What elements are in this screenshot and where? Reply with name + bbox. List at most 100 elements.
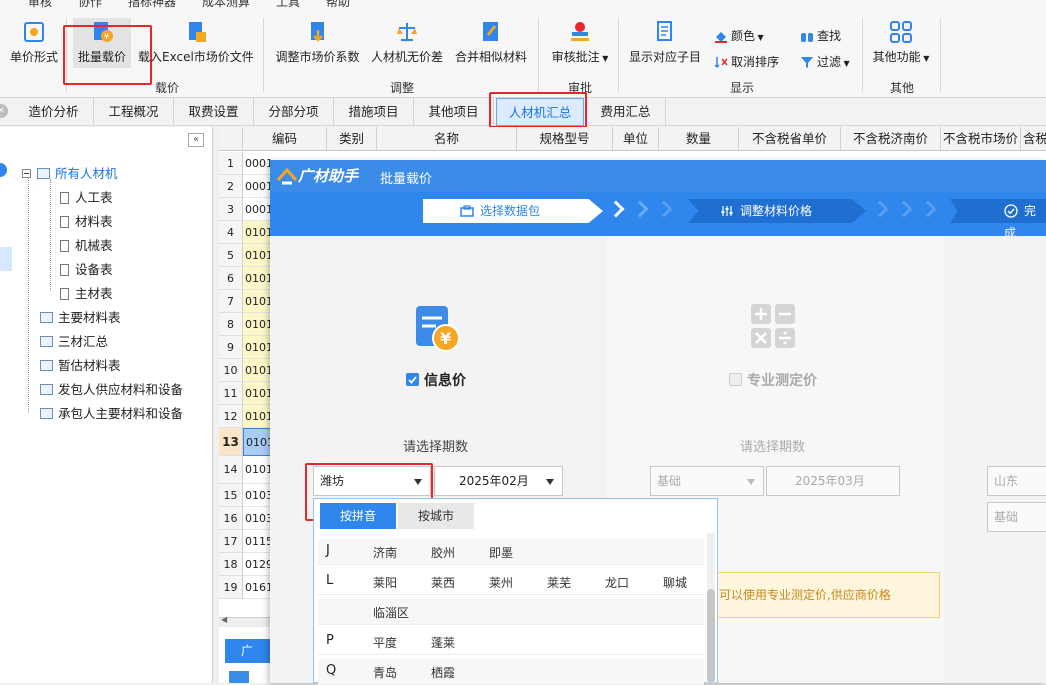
city-option[interactable]: 莱西 [431, 574, 455, 591]
menu-zhibiao[interactable]: 指标神器 [128, 0, 176, 10]
dd-tab-city[interactable]: 按城市 [398, 503, 474, 529]
third-region-select[interactable]: 山东 [987, 466, 1046, 496]
rencaiji-wujiacha-button[interactable]: 人材机无价差 [370, 20, 444, 65]
city-option[interactable]: 临淄区 [373, 604, 409, 621]
col-header-tax[interactable]: 含税 [1021, 127, 1046, 151]
col-header-qty[interactable]: 数量 [659, 127, 739, 151]
row-number[interactable]: 18 [219, 553, 243, 576]
row-number[interactable]: 7 [219, 290, 243, 313]
tab-cuoshi-xiangmu[interactable]: 措施项目 [334, 98, 414, 126]
col-header-market-price[interactable]: 不含税市场价 [941, 127, 1021, 151]
tree-item-zhucai[interactable]: 主材表 [60, 283, 113, 302]
tab-fenbu-fenxiang[interactable]: 分部分项 [254, 98, 334, 126]
row-number[interactable]: 2 [219, 175, 243, 198]
cell-code[interactable]: 00010010 [243, 152, 271, 175]
tree-item-cailiao[interactable]: 材料表 [60, 211, 113, 230]
cell-code[interactable]: 0101 [243, 313, 271, 336]
cell-code[interactable]: 0103 [243, 484, 271, 507]
period-select[interactable]: 2025年02月 [434, 466, 563, 496]
cell-code[interactable]: 0101 [243, 428, 271, 456]
col-header-name[interactable]: 名称 [377, 127, 517, 151]
info-price-option[interactable]: 信息价 [406, 370, 466, 390]
tree-item-shebei[interactable]: 设备表 [60, 259, 113, 278]
close-icon[interactable]: × [0, 104, 8, 118]
row-number[interactable]: 19 [219, 576, 243, 599]
tree-root-all-materials[interactable]: 所有人材机 [22, 163, 118, 182]
col-header-spec[interactable]: 规格型号 [517, 127, 613, 151]
row-number[interactable]: 3 [219, 198, 243, 221]
col-header-code[interactable]: 编码 [243, 127, 327, 151]
city-option[interactable]: 栖霞 [431, 664, 455, 681]
dd-tab-pinyin[interactable]: 按拼音 [320, 503, 396, 529]
tab-qufei-shezhi[interactable]: 取费设置 [174, 98, 254, 126]
cell-code[interactable]: 0101 [243, 244, 271, 267]
tree-item-fabaoren[interactable]: 发包人供应材料和设备 [40, 379, 183, 398]
shenhe-pizhu-button[interactable]: 审核批注 ▼ [550, 20, 610, 65]
tab-gongcheng-gaikuang[interactable]: 工程概况 [94, 98, 174, 126]
tab-qita-xiangmu[interactable]: 其他项目 [414, 98, 494, 126]
menu-xiezuo[interactable]: 协作 [78, 0, 102, 10]
tab-zaojia-fenxi[interactable]: 造价分析 [14, 98, 94, 126]
row-number[interactable]: 4 [219, 221, 243, 244]
row-number[interactable]: 5 [219, 244, 243, 267]
zairu-excel-button[interactable]: 载入Excel市场价文件 [138, 20, 254, 65]
col-header-prov-price[interactable]: 不含税省单价 [739, 127, 841, 151]
cell-code[interactable]: 0101 [243, 405, 271, 428]
danjia-xingshi-button[interactable]: 单价形式 [8, 20, 60, 65]
city-option[interactable]: 莱芜 [547, 574, 571, 591]
menu-gongju[interactable]: 工具 [276, 0, 300, 10]
pro-period-select[interactable]: 2025年03月 [766, 466, 900, 496]
tiaozheng-xishu-button[interactable]: 调整市场价系数 [275, 20, 360, 65]
city-option[interactable]: 青岛 [373, 664, 397, 681]
pro-price-option[interactable]: 专业测定价 [729, 370, 817, 390]
tree-item-zhuyao-cailiao[interactable]: 主要材料表 [40, 307, 121, 326]
cell-code[interactable]: 0101 [243, 221, 271, 244]
city-option[interactable]: 聊城 [663, 574, 687, 591]
checkbox-unchecked-icon[interactable] [729, 373, 742, 386]
tree-item-rengong[interactable]: 人工表 [60, 187, 113, 206]
cell-code[interactable]: 0129 [243, 553, 271, 576]
cell-code[interactable]: 0001 [243, 175, 271, 198]
cell-code[interactable]: 0101 [243, 456, 271, 484]
menu-bangzhu[interactable]: 帮助 [326, 0, 350, 10]
cell-code[interactable]: 0101 [243, 290, 271, 313]
tab-feiyong-huizong[interactable]: 费用汇总 [586, 98, 666, 126]
row-number[interactable]: 6 [219, 267, 243, 290]
city-option[interactable]: 即墨 [489, 544, 513, 561]
collapse-panel-icon[interactable]: « [188, 133, 204, 147]
row-number[interactable]: 1 [219, 152, 243, 175]
row-number[interactable]: 9 [219, 336, 243, 359]
quxiao-paixu-button[interactable]: 取消排序 [714, 53, 779, 70]
collapse-icon[interactable] [22, 169, 31, 178]
row-number[interactable]: 16 [219, 507, 243, 530]
city-option[interactable]: 蓬莱 [431, 634, 455, 651]
hebing-xiangsi-button[interactable]: 合并相似材料 [454, 20, 528, 65]
tree-item-jixie[interactable]: 机械表 [60, 235, 113, 254]
cell-code[interactable]: 0103 [243, 507, 271, 530]
cell-code[interactable]: 0115 [243, 530, 271, 553]
row-number[interactable]: 12 [219, 405, 243, 428]
city-option[interactable]: 龙口 [605, 574, 629, 591]
menu-chengben[interactable]: 成本测算 [202, 0, 250, 10]
city-option[interactable]: 济南 [373, 544, 397, 561]
city-option[interactable]: 莱阳 [373, 574, 397, 591]
tree-item-sancai[interactable]: 三材汇总 [40, 331, 108, 350]
chazhao-button[interactable]: 查找 [800, 27, 841, 44]
guolv-button[interactable]: 过滤 ▼ [800, 53, 850, 70]
pro-region-select[interactable]: 基础 [650, 466, 764, 496]
checkbox-checked-icon[interactable] [406, 373, 419, 386]
scroll-thumb[interactable] [707, 589, 715, 683]
row-number[interactable]: 10 [219, 359, 243, 382]
third-sub-select[interactable]: 基础 [987, 502, 1046, 532]
cell-code[interactable]: 0001 [243, 198, 271, 221]
city-option[interactable]: 莱州 [489, 574, 513, 591]
cell-code[interactable]: 0101 [243, 382, 271, 405]
cell-code[interactable]: 0101 [243, 359, 271, 382]
row-number[interactable]: 17 [219, 530, 243, 553]
row-number[interactable]: 13 [219, 428, 243, 456]
city-option[interactable]: 平度 [373, 634, 397, 651]
col-header-unit[interactable]: 单位 [613, 127, 659, 151]
tree-item-zangu[interactable]: 暂估材料表 [40, 355, 121, 374]
col-header-type[interactable]: 类别 [327, 127, 377, 151]
qita-gongneng-button[interactable]: 其他功能 ▼ [870, 20, 932, 65]
